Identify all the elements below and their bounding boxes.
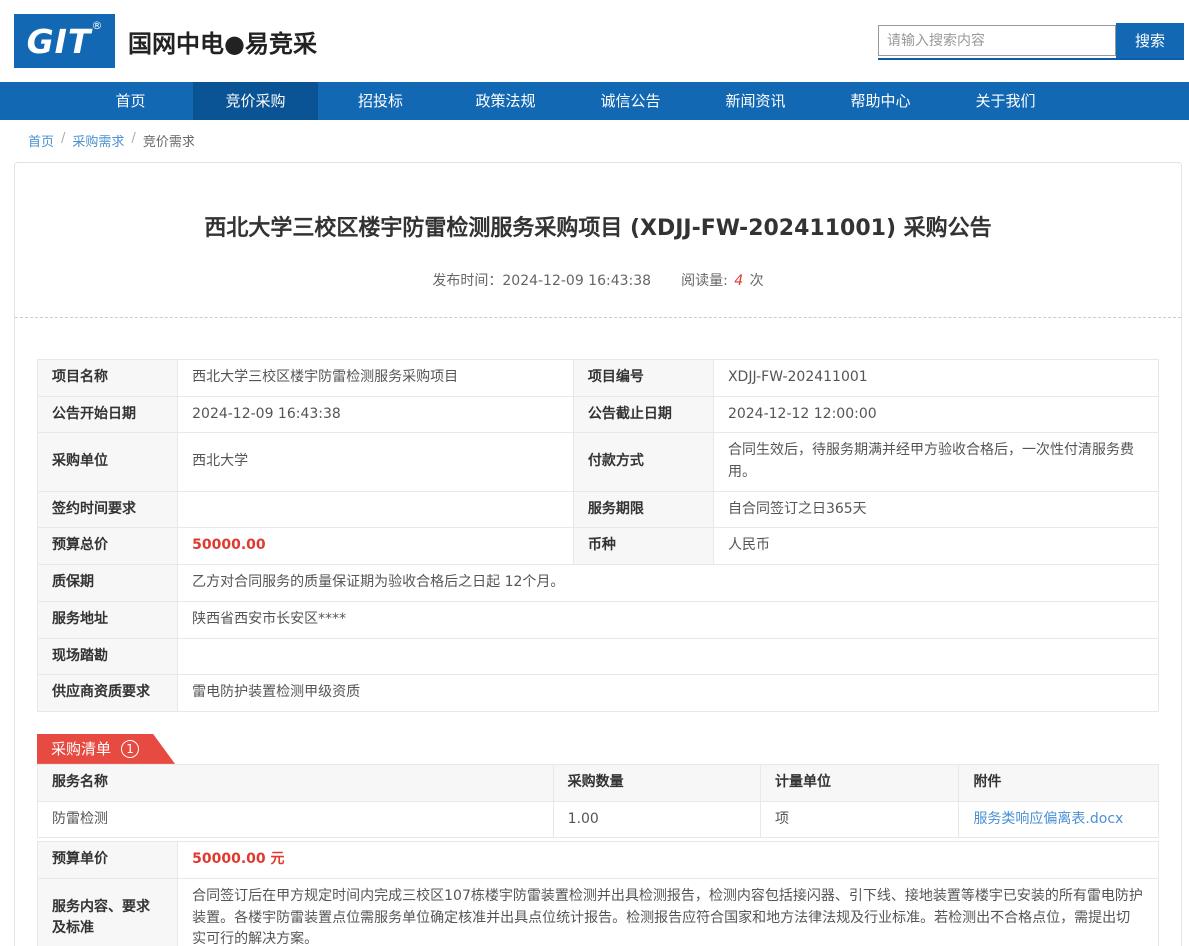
field-value: 雷电防护装置检测甲级资质 [178, 675, 1159, 712]
nav-item-bidding-purchase[interactable]: 竞价采购 [193, 82, 318, 120]
nav-item-home[interactable]: 首页 [68, 82, 193, 120]
table-row: 防雷检测 1.00 项 服务类响应偏离表.docx [38, 801, 1159, 838]
table-row: 签约时间要求 服务期限 自合同签订之日365天 [38, 491, 1159, 528]
column-header-quantity: 采购数量 [553, 764, 760, 801]
views-label: 阅读量: [681, 273, 728, 289]
field-value [178, 638, 1159, 675]
site-header: GIT ® 国网中电●易竞采 搜索 [0, 0, 1189, 82]
field-value: 2024-12-09 16:43:38 [178, 396, 574, 433]
field-value: 人民币 [713, 528, 1158, 565]
breadcrumb-home[interactable]: 首页 [28, 131, 54, 150]
field-value: 合同生效后，待服务期满并经甲方验收合格后，一次性付清服务费用。 [713, 433, 1158, 491]
table-row: 公告开始日期 2024-12-09 16:43:38 公告截止日期 2024-1… [38, 396, 1159, 433]
table-row: 现场踏勘 [38, 638, 1159, 675]
budget-total-value: 50000.00 [178, 528, 574, 565]
column-header-attachment: 附件 [959, 764, 1159, 801]
breadcrumb-current: 竞价需求 [143, 131, 195, 150]
page-title: 西北大学三校区楼宇防雷检测服务采购项目 (XDJJ-FW-202411001) … [37, 210, 1159, 242]
nav-item-policy[interactable]: 政策法规 [443, 82, 568, 120]
logo-text: GIT [27, 25, 92, 58]
brand-name: 国网中电●易竞采 [128, 24, 317, 59]
main-nav: 首页 竞价采购 招投标 政策法规 诚信公告 新闻资讯 帮助中心 关于我们 [0, 82, 1189, 120]
purchase-detail-table: 预算单价 50000.00 元 服务内容、要求及标准 合同签订后在甲方规定时间内… [37, 841, 1159, 946]
attachment-cell: 服务类响应偏离表.docx [959, 801, 1159, 838]
site-logo[interactable]: GIT ® [14, 14, 115, 68]
field-label: 币种 [573, 528, 713, 565]
quantity-cell: 1.00 [553, 801, 760, 838]
views-count: 4 [732, 273, 745, 289]
breadcrumb-purchase-demand[interactable]: 采购需求 [72, 131, 124, 150]
nav-item-help[interactable]: 帮助中心 [818, 82, 943, 120]
field-value: 西北大学三校区楼宇防雷检测服务采购项目 [178, 360, 574, 397]
table-row: 项目名称 西北大学三校区楼宇防雷检测服务采购项目 项目编号 XDJJ-FW-20… [38, 360, 1159, 397]
column-header-service-name: 服务名称 [38, 764, 554, 801]
search-input[interactable] [878, 25, 1116, 56]
breadcrumb-separator: / [131, 131, 135, 150]
field-value: 自合同签订之日365天 [713, 491, 1158, 528]
unit-cell: 项 [761, 801, 959, 838]
field-label: 预算总价 [38, 528, 178, 565]
dashed-divider [15, 317, 1181, 318]
publish-time-value: 2024-12-09 16:43:38 [502, 273, 651, 289]
field-label: 质保期 [38, 565, 178, 602]
column-header-unit: 计量单位 [761, 764, 959, 801]
search-button[interactable]: 搜索 [1116, 23, 1184, 58]
field-label: 项目名称 [38, 360, 178, 397]
table-row: 质保期 乙方对合同服务的质量保证期为验收合格后之日起 12个月。 [38, 565, 1159, 602]
project-info-table: 项目名称 西北大学三校区楼宇防雷检测服务采购项目 项目编号 XDJJ-FW-20… [37, 359, 1159, 712]
table-row: 预算总价 50000.00 币种 人民币 [38, 528, 1159, 565]
nav-item-integrity[interactable]: 诚信公告 [568, 82, 693, 120]
table-header-row: 服务名称 采购数量 计量单位 附件 [38, 764, 1159, 801]
nav-item-tender[interactable]: 招投标 [318, 82, 443, 120]
field-value: 乙方对合同服务的质量保证期为验收合格后之日起 12个月。 [178, 565, 1159, 602]
breadcrumb-separator: / [61, 131, 65, 150]
breadcrumb: 首页 / 采购需求 / 竞价需求 [0, 120, 1189, 159]
field-label: 付款方式 [573, 433, 713, 491]
field-label: 项目编号 [573, 360, 713, 397]
announcement-meta: 发布时间：2024-12-09 16:43:38 阅读量: 4 次 [37, 270, 1159, 290]
table-row: 采购单位 西北大学 付款方式 合同生效后，待服务期满并经甲方验收合格后，一次性付… [38, 433, 1159, 491]
field-value: 西北大学 [178, 433, 574, 491]
table-row: 供应商资质要求 雷电防护装置检测甲级资质 [38, 675, 1159, 712]
attachment-link[interactable]: 服务类响应偏离表.docx [973, 811, 1123, 827]
field-value: 陕西省西安市长安区**** [178, 601, 1159, 638]
brand-area: GIT ® 国网中电●易竞采 [14, 14, 317, 68]
publish-time-label: 发布时间： [432, 273, 502, 289]
purchase-list-section: 采购清单 1 服务名称 采购数量 计量单位 附件 防雷检测 1.00 项 [37, 734, 1159, 838]
field-label: 供应商资质要求 [38, 675, 178, 712]
purchase-list-table: 服务名称 采购数量 计量单位 附件 防雷检测 1.00 项 服务类响应偏离表.d… [37, 764, 1159, 838]
field-value: 2024-12-12 12:00:00 [713, 396, 1158, 433]
unit-price-value: 50000.00 元 [178, 842, 1159, 879]
nav-item-news[interactable]: 新闻资讯 [693, 82, 818, 120]
field-label: 现场踏勘 [38, 638, 178, 675]
field-label: 服务内容、要求及标准 [38, 878, 178, 946]
table-row: 服务内容、要求及标准 合同签订后在甲方规定时间内完成三校区107栋楼宇防雷装置检… [38, 878, 1159, 946]
field-value: XDJJ-FW-202411001 [713, 360, 1158, 397]
views-unit: 次 [750, 273, 764, 289]
table-row: 预算单价 50000.00 元 [38, 842, 1159, 879]
field-label: 公告截止日期 [573, 396, 713, 433]
field-value: 合同签订后在甲方规定时间内完成三校区107栋楼宇防雷装置检测并出具检测报告，检测… [178, 878, 1159, 946]
field-label: 签约时间要求 [38, 491, 178, 528]
service-name-cell: 防雷检测 [38, 801, 554, 838]
table-row: 服务地址 陕西省西安市长安区**** [38, 601, 1159, 638]
field-label: 采购单位 [38, 433, 178, 491]
announcement-card: 西北大学三校区楼宇防雷检测服务采购项目 (XDJJ-FW-202411001) … [14, 162, 1182, 946]
field-label: 预算单价 [38, 842, 178, 879]
nav-item-about[interactable]: 关于我们 [943, 82, 1068, 120]
purchase-list-ribbon: 采购清单 1 [37, 734, 175, 764]
field-label: 公告开始日期 [38, 396, 178, 433]
field-label: 服务地址 [38, 601, 178, 638]
registered-mark-icon: ® [91, 20, 102, 31]
purchase-list-ribbon-label: 采购清单 [51, 738, 111, 759]
search-bar: 搜索 [878, 23, 1184, 60]
field-label: 服务期限 [573, 491, 713, 528]
field-value [178, 491, 574, 528]
purchase-list-count-badge: 1 [121, 740, 139, 758]
